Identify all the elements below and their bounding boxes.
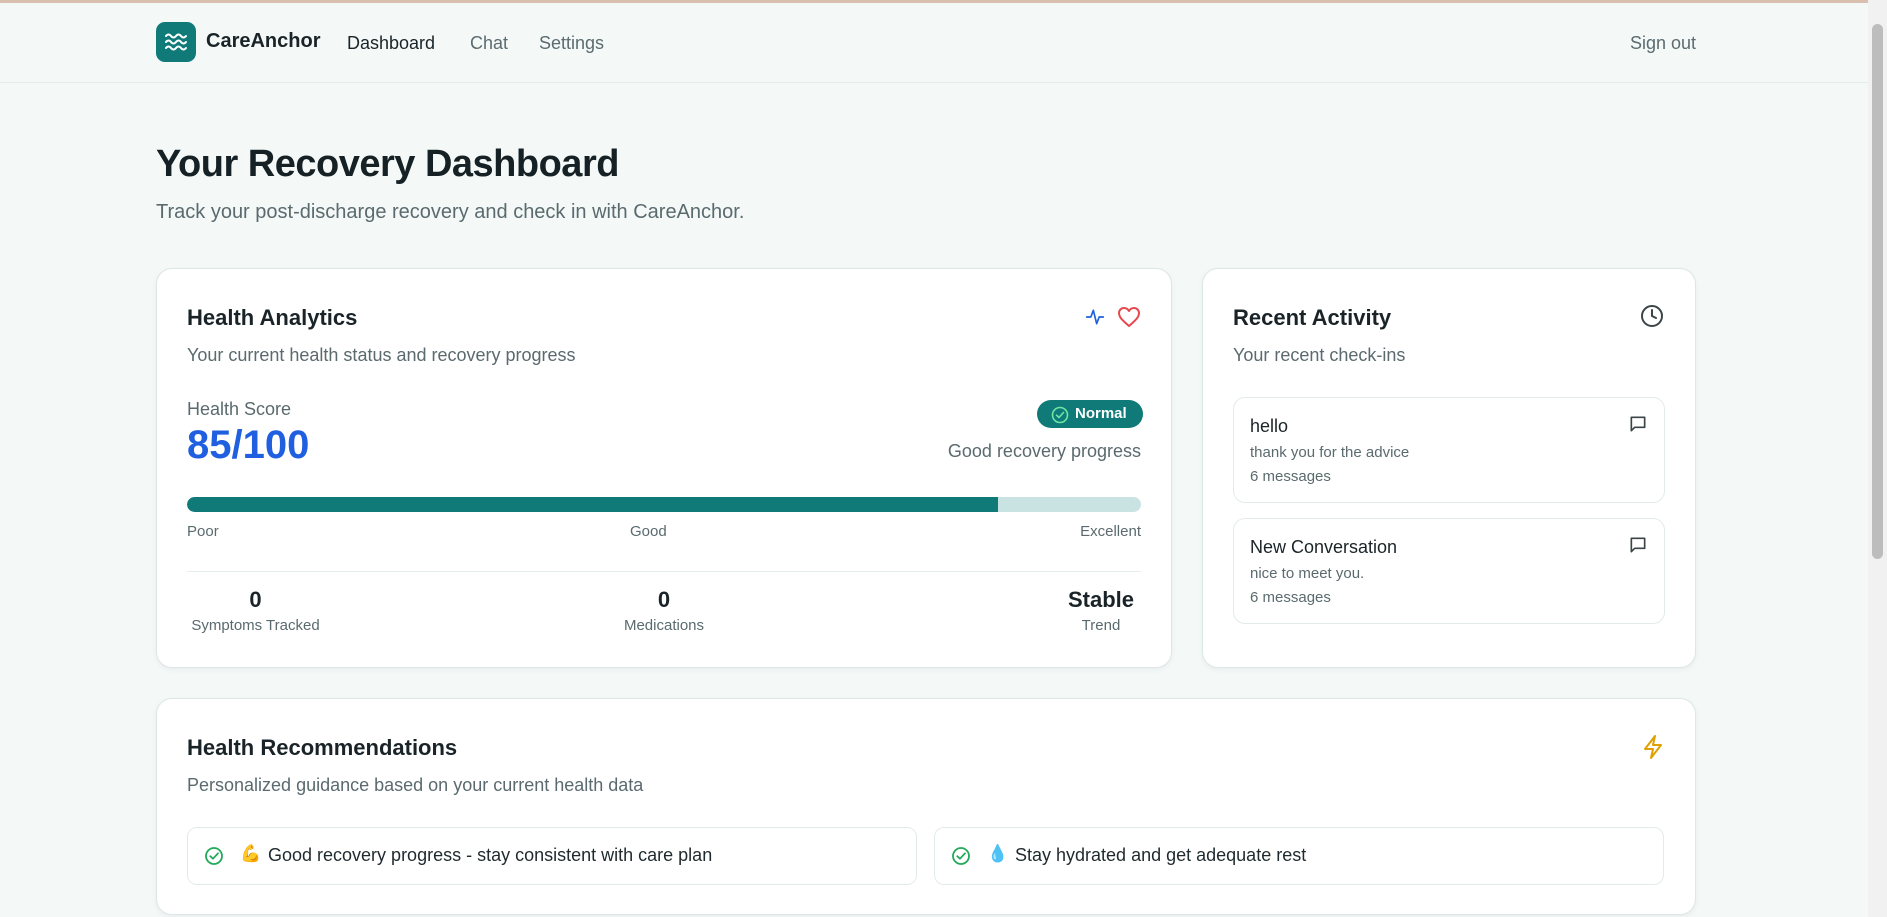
health-score-progress-fill: [187, 497, 998, 512]
health-analytics-subtitle: Your current health status and recovery …: [187, 345, 576, 365]
heart-icon: [1118, 307, 1140, 327]
activity-item-title: hello: [1250, 416, 1289, 436]
health-analytics-card: Health Analytics Your current health sta…: [156, 268, 1172, 668]
activity-item-preview: nice to meet you.: [1250, 565, 1365, 582]
stat-trend-value: Stable: [1067, 587, 1135, 612]
stat-symptoms-value: 0: [249, 587, 262, 612]
stat-trend: Stable Trend: [1061, 587, 1141, 634]
health-recommendations-card: Health Recommendations Personalized guid…: [156, 698, 1696, 915]
activity-item-title: New Conversation: [1250, 537, 1398, 557]
stats-divider: [187, 571, 1141, 572]
scrollbar-thumb[interactable]: [1872, 24, 1883, 559]
recommendation-text: Stay hydrated and get adequate rest: [1015, 845, 1307, 865]
stat-symptoms: 0 Symptoms Tracked: [187, 587, 324, 634]
message-square-icon: [1630, 416, 1646, 432]
logo-waves-icon[interactable]: [156, 22, 196, 62]
recommendations-subtitle: Personalized guidance based on your curr…: [187, 775, 644, 795]
sign-out-button[interactable]: Sign out: [1630, 33, 1696, 54]
page-scrollbar[interactable]: [1868, 0, 1887, 917]
stat-symptoms-label: Symptoms Tracked: [191, 617, 320, 634]
scale-label-good: Good: [630, 523, 667, 540]
muscle-emoji-icon: 💪: [240, 844, 262, 863]
stat-medications: 0 Medications: [597, 587, 731, 634]
activity-item[interactable]: hello thank you for the advice 6 message…: [1233, 397, 1665, 503]
scale-label-excellent: Excellent: [1080, 523, 1141, 540]
activity-pulse-icon: [1085, 309, 1105, 325]
recommendations-title: Health Recommendations: [187, 735, 458, 760]
health-score-progress-bar: [187, 497, 1141, 512]
message-square-icon: [1630, 537, 1646, 553]
recommendation-item: 💪 Good recovery progress - stay consiste…: [187, 827, 917, 885]
health-analytics-title: Health Analytics: [187, 305, 358, 330]
recent-activity-title: Recent Activity: [1233, 305, 1392, 330]
activity-item-count: 6 messages: [1250, 589, 1331, 606]
status-badge-label: Normal: [1075, 405, 1127, 422]
scale-label-poor: Poor: [187, 523, 219, 540]
recommendation-item: 💧 Stay hydrated and get adequate rest: [934, 827, 1664, 885]
page-title: Your Recovery Dashboard: [156, 143, 619, 185]
activity-item-preview: thank you for the advice: [1250, 444, 1410, 461]
check-circle-icon: [205, 847, 223, 865]
stat-trend-label: Trend: [1081, 617, 1121, 634]
check-circle-icon: [952, 847, 970, 865]
recent-activity-card: Recent Activity Your recent check-ins he…: [1202, 268, 1696, 668]
recent-activity-subtitle: Your recent check-ins: [1233, 345, 1406, 365]
lightning-bolt-icon: [1644, 735, 1662, 759]
water-drop-emoji-icon: 💧: [987, 844, 1009, 863]
stat-medications-label: Medications: [623, 617, 705, 634]
nav-chat[interactable]: Chat: [470, 33, 508, 54]
activity-item-count: 6 messages: [1250, 468, 1331, 485]
activity-item[interactable]: New Conversation nice to meet you. 6 mes…: [1233, 518, 1665, 624]
status-text: Good recovery progress: [947, 441, 1141, 461]
recommendation-text: Good recovery progress - stay consistent…: [268, 845, 713, 865]
health-score-value: 85/100: [187, 423, 310, 467]
nav-dashboard[interactable]: Dashboard: [347, 33, 435, 54]
clock-icon: [1641, 305, 1663, 327]
nav-settings[interactable]: Settings: [539, 33, 604, 54]
brand-name[interactable]: CareAnchor: [206, 30, 320, 53]
check-circle-icon: [1051, 406, 1069, 424]
status-badge: Normal: [1037, 400, 1143, 428]
page-subtitle: Track your post-discharge recovery and c…: [156, 201, 745, 223]
health-score-label: Health Score: [187, 399, 292, 419]
top-nav-bar: CareAnchor Dashboard Chat Settings Sign …: [0, 3, 1868, 83]
stat-medications-value: 0: [657, 587, 671, 612]
